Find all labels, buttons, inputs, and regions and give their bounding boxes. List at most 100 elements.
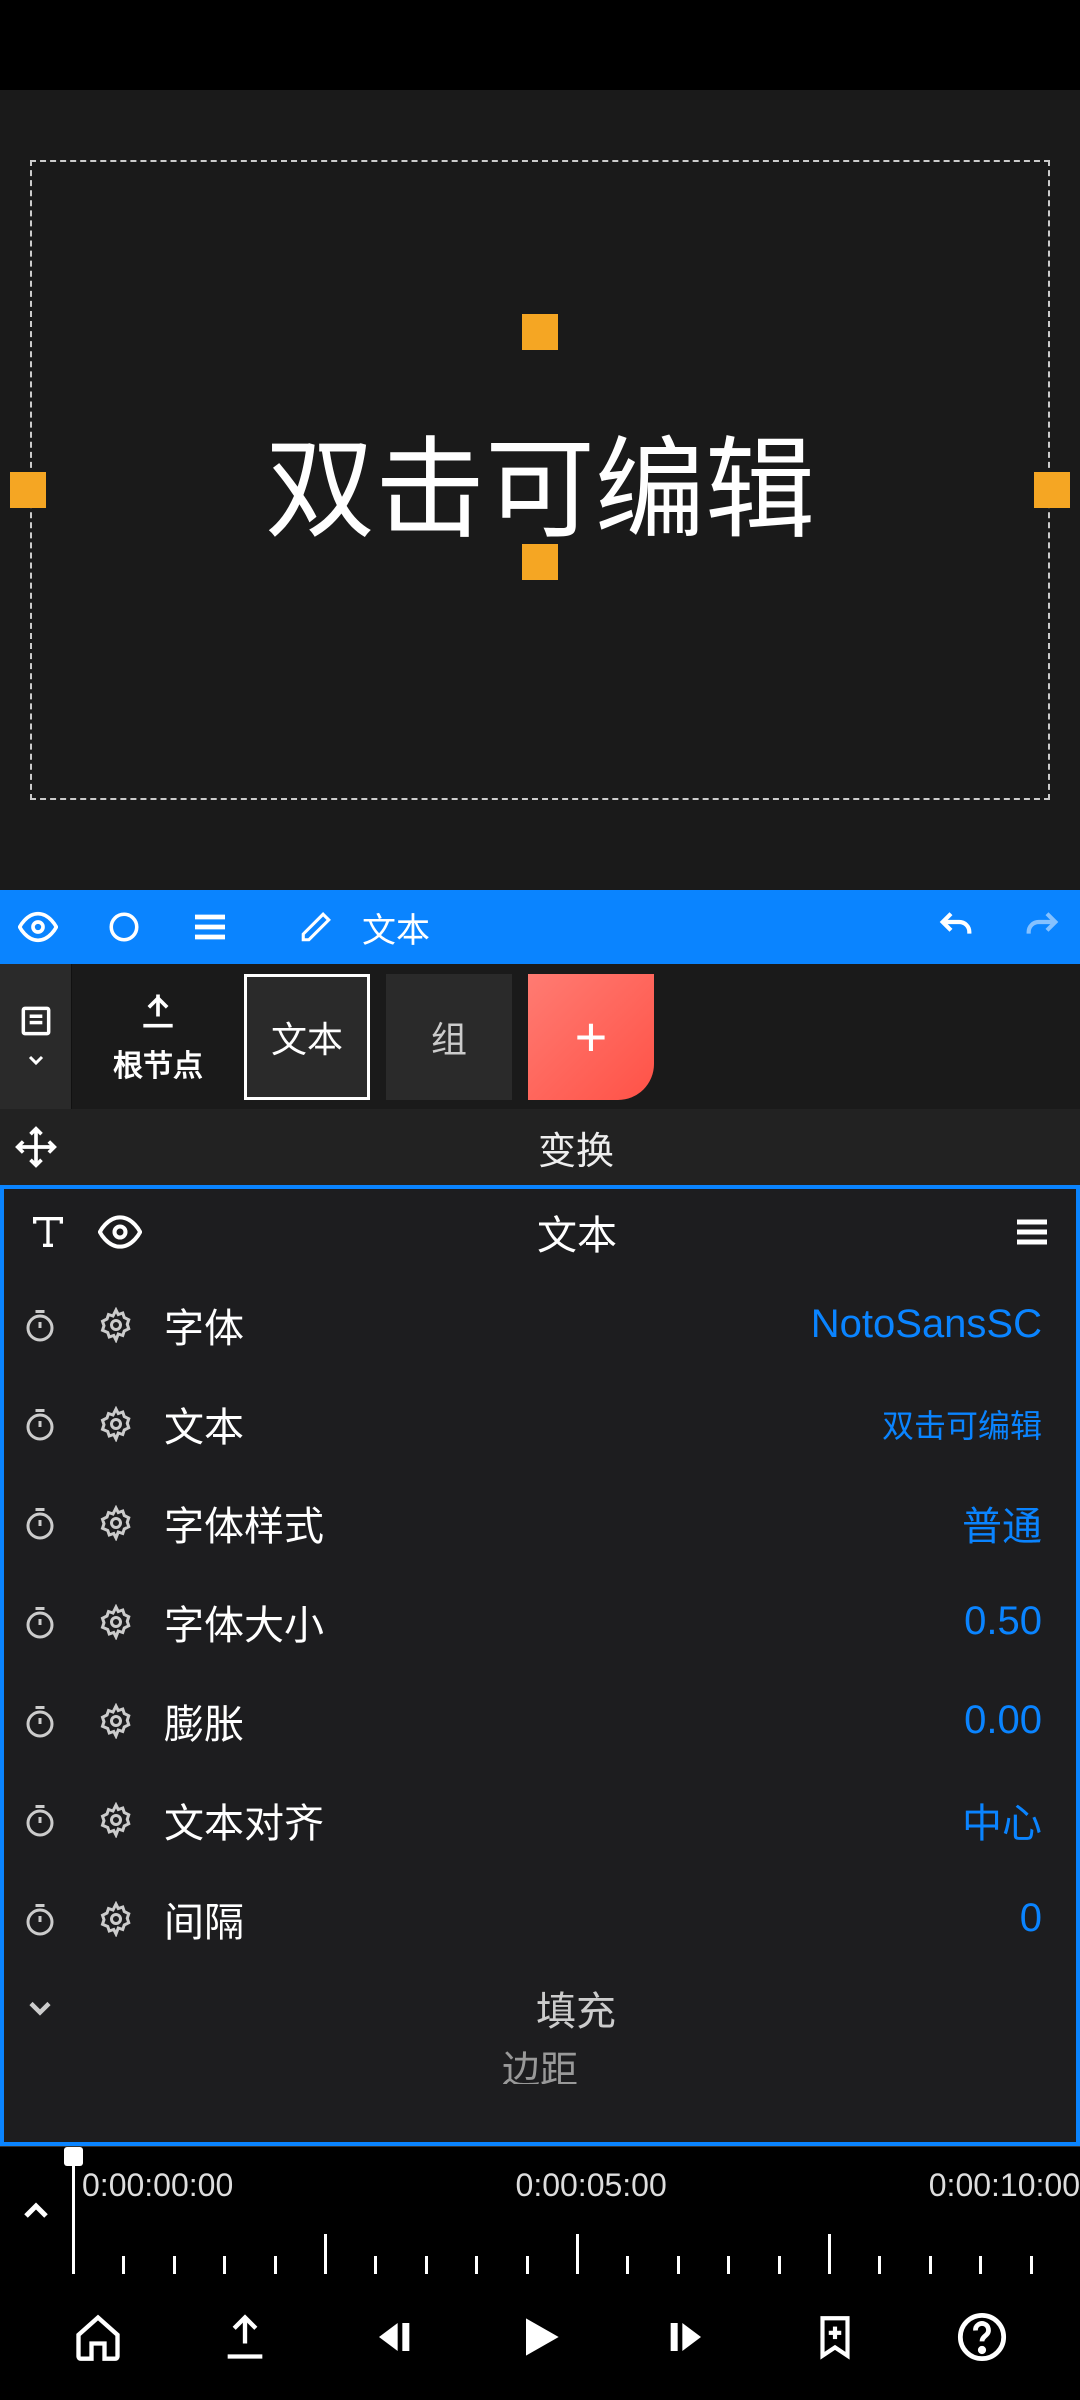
property-row[interactable]: 字体NotoSansSC bbox=[4, 1275, 1076, 1374]
step-back-button[interactable] bbox=[354, 2298, 432, 2376]
stopwatch-icon[interactable] bbox=[4, 1604, 76, 1640]
export-button[interactable] bbox=[206, 2298, 284, 2376]
panel-menu-icon[interactable] bbox=[1012, 1212, 1052, 1252]
gear-icon[interactable] bbox=[76, 1901, 156, 1937]
layers-toggle[interactable] bbox=[0, 964, 72, 1109]
property-row[interactable]: 字体样式普通 bbox=[4, 1473, 1076, 1572]
property-label: 文本对齐 bbox=[156, 1791, 324, 1849]
bottom-bar bbox=[0, 2274, 1080, 2400]
property-value[interactable]: NotoSansSC bbox=[244, 1302, 1042, 1347]
pencil-icon[interactable] bbox=[296, 910, 336, 944]
stopwatch-icon[interactable] bbox=[4, 1505, 76, 1541]
timeline-tick bbox=[324, 2234, 327, 2274]
gear-icon[interactable] bbox=[76, 1307, 156, 1343]
help-button[interactable] bbox=[943, 2298, 1021, 2376]
timeline-tick bbox=[979, 2256, 982, 2274]
text-type-icon[interactable] bbox=[28, 1212, 68, 1252]
text-properties-panel: 文本 字体NotoSansSC文本双击可编辑字体样式普通字体大小0.50膨胀0.… bbox=[0, 1185, 1080, 2146]
redo-icon[interactable] bbox=[1022, 905, 1062, 949]
toolbar-label: 文本 bbox=[362, 903, 430, 952]
root-node-label: 根节点 bbox=[113, 1041, 203, 1085]
root-node-button[interactable]: 根节点 bbox=[88, 972, 228, 1102]
gear-icon[interactable] bbox=[76, 1802, 156, 1838]
timeline-tick bbox=[1030, 2256, 1033, 2274]
property-label: 间隔 bbox=[156, 1890, 244, 1948]
timeline[interactable]: 0:00:00:00 0:00:05:00 0:00:10:00 bbox=[0, 2146, 1080, 2274]
resize-handle-right[interactable] bbox=[1034, 472, 1070, 508]
gear-icon[interactable] bbox=[76, 1406, 156, 1442]
timeline-tick bbox=[778, 2256, 781, 2274]
timeline-tick bbox=[374, 2256, 377, 2274]
plus-icon: + bbox=[575, 1004, 608, 1069]
stopwatch-icon[interactable] bbox=[4, 1802, 76, 1838]
timeline-tick bbox=[626, 2256, 629, 2274]
timeline-tick bbox=[122, 2256, 125, 2274]
timeline-tick bbox=[576, 2234, 579, 2274]
move-icon[interactable] bbox=[0, 1125, 72, 1169]
time-label-2: 0:00:10:00 bbox=[929, 2167, 1080, 2204]
node-group-button[interactable]: 组 bbox=[386, 974, 512, 1100]
chevron-down-icon bbox=[4, 1990, 76, 2026]
timeline-tick bbox=[223, 2256, 226, 2274]
property-label: 膨胀 bbox=[156, 1692, 244, 1750]
visibility-icon[interactable] bbox=[18, 904, 58, 950]
timeline-collapse-icon[interactable] bbox=[0, 2147, 72, 2274]
property-row[interactable]: 字体大小0.50 bbox=[4, 1572, 1076, 1671]
timeline-tick bbox=[929, 2256, 932, 2274]
property-value[interactable]: 双击可编辑 bbox=[244, 1401, 1042, 1447]
circle-icon[interactable] bbox=[104, 910, 144, 944]
play-button[interactable] bbox=[501, 2298, 579, 2376]
step-forward-button[interactable] bbox=[648, 2298, 726, 2376]
gear-icon[interactable] bbox=[76, 1505, 156, 1541]
stopwatch-icon[interactable] bbox=[4, 1703, 76, 1739]
text-selection-bounds[interactable]: 双击可编辑 bbox=[30, 160, 1050, 800]
panel-title: 文本 bbox=[172, 1203, 982, 1261]
timeline-tick bbox=[72, 2234, 75, 2274]
nodes-row: 根节点 文本 组 + bbox=[0, 964, 1080, 1109]
property-label: 字体 bbox=[156, 1296, 244, 1354]
resize-handle-top[interactable] bbox=[522, 314, 558, 350]
property-row[interactable]: 文本双击可编辑 bbox=[4, 1374, 1076, 1473]
resize-handle-left[interactable] bbox=[10, 472, 46, 508]
property-value[interactable]: 0.00 bbox=[244, 1698, 1042, 1743]
node-group-label: 组 bbox=[431, 1011, 467, 1063]
canvas-text[interactable]: 双击可编辑 bbox=[265, 400, 815, 560]
timeline-tick bbox=[173, 2256, 176, 2274]
timeline-tick bbox=[677, 2256, 680, 2274]
property-value[interactable]: 中心 bbox=[324, 1791, 1042, 1849]
property-value[interactable]: 0 bbox=[244, 1896, 1042, 1941]
property-label: 字体样式 bbox=[156, 1494, 324, 1552]
resize-handle-bottom[interactable] bbox=[522, 544, 558, 580]
fill-label: 填充 bbox=[76, 1979, 1076, 2037]
property-value[interactable]: 0.50 bbox=[324, 1599, 1042, 1644]
property-label: 文本 bbox=[156, 1395, 244, 1453]
panel-header: 文本 bbox=[4, 1189, 1076, 1275]
property-row[interactable]: 间隔0 bbox=[4, 1869, 1076, 1968]
undo-icon[interactable] bbox=[936, 905, 976, 949]
node-text-label: 文本 bbox=[271, 1011, 343, 1063]
partial-section: 边距 bbox=[4, 2048, 1076, 2084]
time-label-1: 0:00:05:00 bbox=[516, 2167, 667, 2204]
canvas-area[interactable]: 双击可编辑 bbox=[0, 90, 1080, 890]
timeline-ruler[interactable]: 0:00:00:00 0:00:05:00 0:00:10:00 bbox=[72, 2147, 1080, 2274]
home-button[interactable] bbox=[59, 2298, 137, 2376]
property-row[interactable]: 膨胀0.00 bbox=[4, 1671, 1076, 1770]
stopwatch-icon[interactable] bbox=[4, 1406, 76, 1442]
gear-icon[interactable] bbox=[76, 1604, 156, 1640]
property-value[interactable]: 普通 bbox=[324, 1494, 1042, 1552]
stopwatch-icon[interactable] bbox=[4, 1901, 76, 1937]
panel-visibility-icon[interactable] bbox=[98, 1210, 142, 1254]
node-text-button[interactable]: 文本 bbox=[244, 974, 370, 1100]
timeline-tick bbox=[727, 2256, 730, 2274]
bookmark-button[interactable] bbox=[796, 2298, 874, 2376]
transform-section[interactable]: 变换 bbox=[0, 1109, 1080, 1185]
property-row[interactable]: 文本对齐中心 bbox=[4, 1770, 1076, 1869]
time-label-0: 0:00:00:00 bbox=[82, 2167, 233, 2204]
node-add-button[interactable]: + bbox=[528, 974, 654, 1100]
transform-label: 变换 bbox=[72, 1120, 1080, 1175]
fill-section[interactable]: 填充 bbox=[4, 1968, 1076, 2048]
stopwatch-icon[interactable] bbox=[4, 1307, 76, 1343]
timeline-tick bbox=[475, 2256, 478, 2274]
gear-icon[interactable] bbox=[76, 1703, 156, 1739]
menu-icon[interactable] bbox=[190, 907, 230, 947]
